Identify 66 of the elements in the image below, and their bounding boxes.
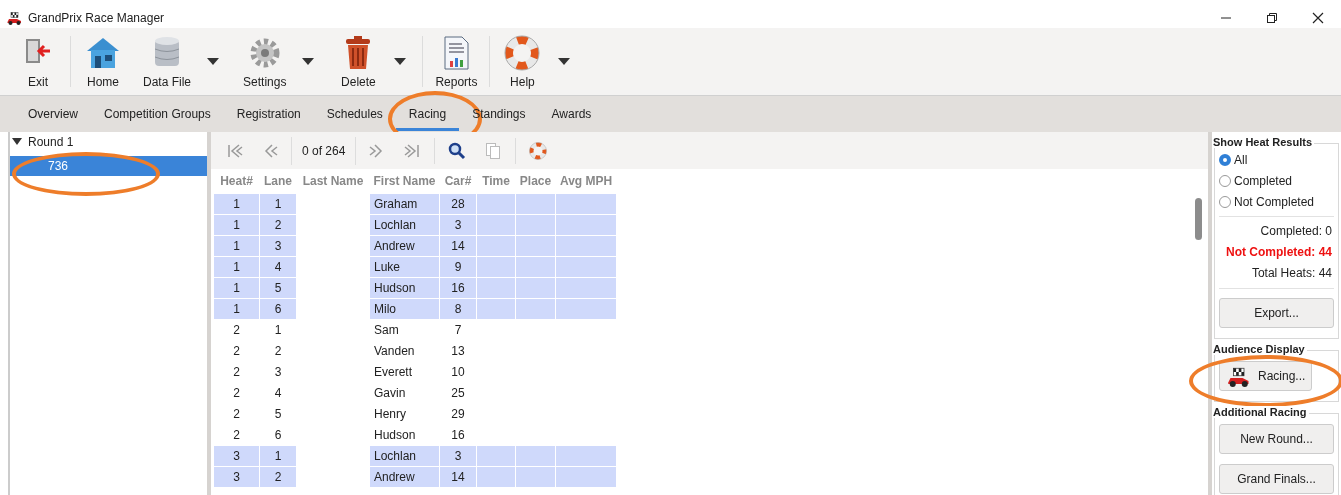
next-page-icon[interactable] [368,142,385,159]
record-position: 0 of 264 [291,136,357,165]
radio-button[interactable]: Completed [1219,171,1334,190]
dialog-button[interactable]: Grand Finals... [1219,464,1334,494]
dropdown-caret-icon[interactable] [302,58,315,65]
tab[interactable]: Competition Groups [91,97,224,131]
tab[interactable]: Schedules [313,97,396,131]
last-page-icon[interactable] [404,142,421,159]
table-cell: 1 [213,256,260,278]
table-cell: 1 [213,214,260,236]
table-cell: 28 [439,193,477,215]
table-cell: 3 [213,445,260,467]
stat-text: Total Heats: 44 [1250,265,1333,282]
race-car-icon [6,11,22,25]
window-title: GrandPrix Race Manager [28,11,166,25]
toolbar-button[interactable]: Exit [8,28,68,95]
lifebuoy-icon [504,34,541,71]
column-header[interactable]: Last Name [296,169,370,194]
radio-button[interactable]: Not Completed [1219,192,1334,211]
radio-button[interactable]: All [1219,150,1334,169]
group-title: Additional Racing [1213,406,1309,418]
toolbar-button[interactable]: Help [492,28,585,95]
column-header[interactable]: Lane [259,169,297,194]
tab[interactable]: Overview [15,97,91,131]
column-header[interactable]: First Name [369,169,440,194]
table-cell: 1 [213,298,260,320]
toolbar-button[interactable]: Reports [425,28,488,95]
dropdown-caret-icon[interactable] [558,58,571,65]
column-header[interactable]: Time [476,169,516,194]
tree-item[interactable]: 736 [10,156,207,176]
first-page-icon[interactable] [227,142,243,159]
group-title: Show Heat Results [1213,136,1315,148]
lifebuoy-icon[interactable] [529,141,548,160]
table-cell: 1 [259,193,297,215]
dropdown-caret-icon[interactable] [207,58,220,65]
column-header[interactable]: Avg MPH [555,169,617,194]
dropdown-caret-icon[interactable] [394,58,407,65]
expand-caret-icon[interactable] [12,138,22,146]
table-cell: 3 [213,466,260,488]
toolbar-button[interactable]: Settings [233,28,329,95]
export-button[interactable]: Export... [1219,298,1334,328]
column-header[interactable]: Heat# [213,169,260,194]
restore-icon[interactable] [1267,13,1277,23]
scrollbar-thumb[interactable] [1195,198,1202,240]
toolbar-button[interactable]: Data File [133,28,234,95]
tree-item[interactable]: Round 1 [28,135,74,149]
previous-page-icon[interactable] [263,142,279,159]
toolbar-button[interactable]: Home [73,28,133,95]
table-cell: Graham [369,193,440,215]
close-icon[interactable] [1312,12,1324,24]
racing-button[interactable]: Racing... [1219,361,1313,391]
race-car-icon [1226,365,1250,387]
stat-text: Completed: 0 [1259,223,1333,240]
column-header[interactable]: Place [515,169,556,194]
table-cell: 1 [213,235,260,257]
toolbar-button[interactable]: Delete [328,28,421,95]
table-cell: 1 [213,277,260,299]
search-icon[interactable] [448,141,467,160]
dialog-button[interactable]: New Round... [1219,424,1334,454]
tab[interactable]: Registration [223,97,314,131]
table-cell: 1 [213,193,260,215]
tab[interactable]: Racing [395,97,460,131]
column-header[interactable]: Car# [439,169,477,194]
tab[interactable]: Awards [538,97,605,131]
group-title: Audience Display [1213,343,1307,355]
stat-text: Not Completed: 44 [1224,244,1333,261]
